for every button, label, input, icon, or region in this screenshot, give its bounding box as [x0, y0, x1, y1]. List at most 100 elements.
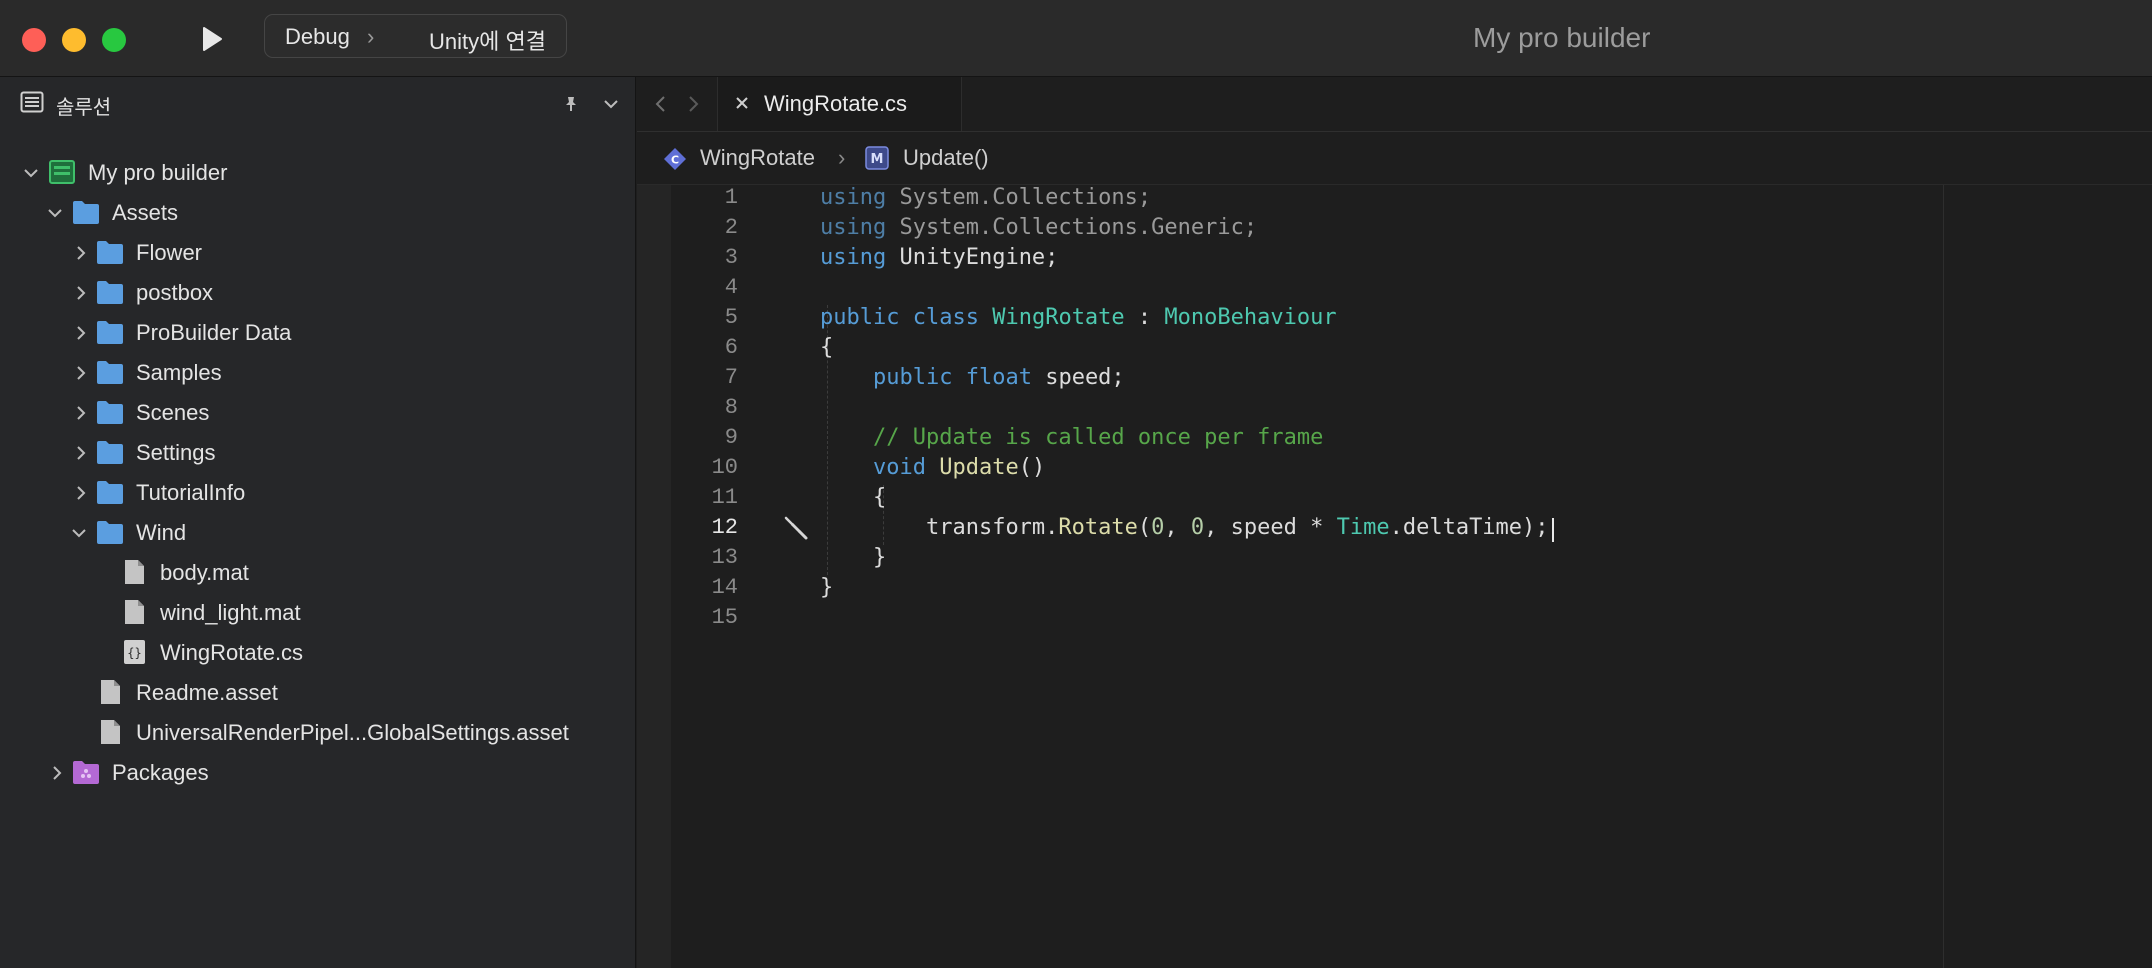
tree-item-flower[interactable]: Flower: [0, 233, 636, 273]
punctuation: (: [1137, 515, 1152, 540]
chevron-right-icon[interactable]: [48, 764, 66, 782]
close-icon[interactable]: [734, 95, 750, 111]
solution-icon: [49, 160, 75, 184]
line-number: 7: [724, 365, 738, 390]
line-number: 10: [711, 455, 738, 480]
line-number: 3: [724, 245, 738, 270]
tree-item-wind[interactable]: Wind: [0, 513, 636, 553]
line-number: 6: [724, 335, 738, 360]
tree-item-label: My pro builder: [88, 160, 228, 185]
tree-item-assets[interactable]: Assets: [0, 193, 636, 233]
code-text-area[interactable]: 1 2 3 4 5 6 7 8 9 10 11 12 13 14 15 usin…: [671, 185, 2152, 968]
svg-text:{}: {}: [127, 646, 141, 660]
tree-item-wind-light-mat[interactable]: wind_light.mat: [0, 593, 636, 633]
tree-item-urp-global-settings[interactable]: UniversalRenderPipel...GlobalSettings.as…: [0, 713, 636, 753]
code-line-10: void Update(): [820, 455, 1045, 480]
type-name: Time: [1336, 515, 1390, 540]
chevron-down-icon[interactable]: [70, 524, 88, 542]
brace: }: [872, 545, 887, 570]
tree-item-postbox[interactable]: postbox: [0, 273, 636, 313]
minimize-window-button[interactable]: [62, 28, 86, 52]
screwdriver-icon[interactable]: [783, 515, 809, 541]
tree-item-my-pro-builder[interactable]: My pro builder: [0, 153, 636, 193]
keyword: float: [965, 365, 1032, 390]
chevron-right-icon[interactable]: [72, 484, 90, 502]
tree-item-label: Assets: [112, 200, 179, 225]
chevron-down-icon[interactable]: [22, 164, 40, 182]
run-target-label: Unity에 연결: [429, 29, 546, 54]
tab-wingrotate-cs[interactable]: WingRotate.cs: [717, 77, 962, 131]
method-name: Update: [939, 455, 1019, 480]
tree-item-label: Readme.asset: [136, 680, 278, 705]
run-configuration-selector[interactable]: Debug › Unity에 연결: [264, 14, 567, 58]
chevron-down-icon[interactable]: [46, 204, 64, 222]
line-number: 15: [711, 605, 738, 630]
code-line-1: using System.Collections;: [820, 185, 1151, 210]
chevron-right-icon[interactable]: [72, 244, 90, 262]
chevron-right-icon[interactable]: [72, 444, 90, 462]
folder-icon: [97, 361, 123, 384]
line-number: 4: [724, 275, 738, 300]
tree-item-body-mat[interactable]: body.mat: [0, 553, 636, 593]
comment: // Update is called once per frame: [872, 425, 1324, 450]
tree-item-samples[interactable]: Samples: [0, 353, 636, 393]
breadcrumb-method[interactable]: Update(): [903, 145, 989, 171]
code-line-11: {: [820, 485, 886, 510]
tree-item-tutorialinfo[interactable]: TutorialInfo: [0, 473, 636, 513]
close-window-button[interactable]: [22, 28, 46, 52]
chevron-left-icon[interactable]: [653, 95, 669, 113]
code-line-2: using System.Collections.Generic;: [820, 215, 1257, 240]
tree-item-label: UniversalRenderPipel...GlobalSettings.as…: [136, 720, 569, 745]
svg-text:M: M: [871, 152, 884, 167]
pin-icon[interactable]: [562, 95, 580, 113]
tree-item-label: Samples: [136, 360, 222, 385]
chevron-right-icon[interactable]: [72, 404, 90, 422]
line-number: 9: [724, 425, 738, 450]
chevron-right-icon[interactable]: [72, 324, 90, 342]
line-number-active: 12: [711, 515, 738, 540]
method-call: Rotate: [1058, 515, 1138, 540]
tree-item-packages[interactable]: Packages: [0, 753, 636, 793]
tree-item-label: TutorialInfo: [136, 480, 246, 505]
keyword: using: [820, 215, 887, 240]
keyword: class: [912, 305, 979, 330]
namespace: System.Collections.Generic;: [899, 215, 1258, 240]
keyword: public: [872, 365, 953, 390]
tree-item-scenes[interactable]: Scenes: [0, 393, 636, 433]
file-icon: [101, 720, 120, 744]
tree-item-label: body.mat: [160, 560, 249, 585]
chevron-right-icon[interactable]: [685, 95, 701, 113]
chevron-down-icon[interactable]: [602, 95, 620, 113]
tree-item-readme-asset[interactable]: Readme.asset: [0, 673, 636, 713]
play-icon[interactable]: [196, 24, 226, 54]
chevron-right-icon[interactable]: [72, 364, 90, 382]
tree-item-label: Wind: [136, 520, 187, 545]
brace: {: [872, 485, 887, 510]
punctuation: ,: [1164, 515, 1191, 540]
expression: .deltaTime);: [1389, 515, 1549, 540]
tree-item-probuilder-data[interactable]: ProBuilder Data: [0, 313, 636, 353]
window-title: My pro builder: [1473, 22, 1651, 53]
tree-item-wingrotate-cs[interactable]: {} WingRotate.cs: [0, 633, 636, 673]
folder-icon: [73, 201, 99, 224]
chevron-right-icon[interactable]: [72, 284, 90, 302]
line-number: 11: [711, 485, 738, 510]
solution-sidebar: 솔루션 My pro builder Assets Flower postbox…: [0, 77, 636, 968]
line-number: 14: [711, 575, 738, 600]
zoom-window-button[interactable]: [102, 28, 126, 52]
parens: (): [1018, 455, 1046, 480]
folder-icon: [97, 521, 123, 544]
breadcrumb-class[interactable]: WingRotate: [700, 145, 815, 171]
tree-item-label: Scenes: [136, 400, 210, 425]
text-caret: [1552, 518, 1554, 542]
number: 0: [1151, 515, 1165, 540]
code-line-5: public class WingRotate : MonoBehaviour: [820, 305, 1337, 330]
file-icon: [101, 680, 120, 704]
tree-item-label: ProBuilder Data: [136, 320, 292, 345]
file-icon: [125, 600, 144, 624]
tree-item-settings[interactable]: Settings: [0, 433, 636, 473]
base-class: MonoBehaviour: [1164, 305, 1337, 330]
code-editor: WingRotate.cs C WingRotate › M Update() …: [637, 77, 2152, 968]
code-line-14: }: [820, 575, 833, 600]
file-icon: [125, 560, 144, 584]
